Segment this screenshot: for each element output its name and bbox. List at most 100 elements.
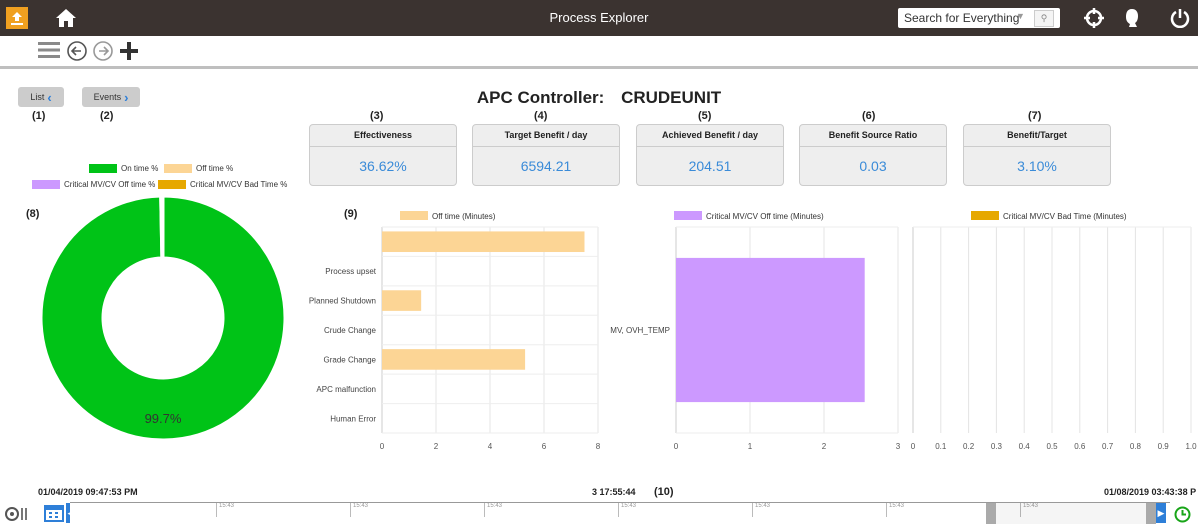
x-tick-label: 0 <box>674 442 679 451</box>
timeline-tick: 15:43 <box>886 503 904 517</box>
timeline-range-handle-left[interactable] <box>986 503 996 524</box>
category-label: Process upset <box>325 267 376 276</box>
x-tick-label: 0.1 <box>935 442 947 451</box>
tag-1: (1) <box>32 110 46 122</box>
tag-10: (10) <box>654 486 674 498</box>
legend-label: Critical MV/CV Off time % <box>64 180 156 189</box>
legend-off-time: Off time % <box>164 164 233 173</box>
legend-swatch <box>971 211 999 220</box>
kpi-benefit-source-ratio: Benefit Source Ratio 0.03 <box>799 124 947 186</box>
donut-chart: 99.7% <box>39 194 287 442</box>
tag-5: (5) <box>698 110 712 122</box>
category-label: Human Error <box>330 414 376 423</box>
chevron-left-icon: ‹ <box>47 89 52 105</box>
x-tick-label: 2 <box>434 442 439 451</box>
kpi-achieved-benefit: Achieved Benefit / day 204.51 <box>636 124 784 186</box>
user-icon[interactable] <box>1120 6 1144 30</box>
timeline-track[interactable]: 15:43 15:43 15:43 15:43 15:43 15:43 15:4… <box>70 502 1170 524</box>
x-tick-label: 1.0 <box>1185 442 1197 451</box>
timeline-scroll-right[interactable]: ▶ <box>1156 503 1166 523</box>
plus-icon[interactable] <box>118 40 140 67</box>
toolbar <box>0 36 1198 69</box>
top-bar: Process Explorer Search for Everything ▼… <box>0 0 1198 36</box>
legend-swatch <box>400 211 428 220</box>
bar <box>676 257 865 403</box>
forward-arrow-icon[interactable] <box>92 40 114 67</box>
kpi-label: Benefit/Target <box>964 125 1110 147</box>
tag-4: (4) <box>534 110 548 122</box>
x-tick-label: 0.5 <box>1046 442 1058 451</box>
kpi-value: 3.10% <box>1017 158 1057 174</box>
category-label: MV, OVH_TEMP <box>610 326 670 335</box>
kpi-value: 36.62% <box>359 158 407 174</box>
search-input[interactable]: Search for Everything ▼ ⚲ <box>898 8 1060 28</box>
playback-icon[interactable] <box>4 506 30 527</box>
legend-label: On time % <box>121 164 159 173</box>
legend-label: Critical MV/CV Bad Time % <box>190 180 288 189</box>
kpi-label: Benefit Source Ratio <box>800 125 946 147</box>
bar <box>382 349 526 370</box>
legend-swatch <box>164 164 192 173</box>
legend-on-time: On time % <box>89 164 158 173</box>
x-tick-label: 0.4 <box>1019 442 1031 451</box>
events-button-label: Events <box>93 92 122 102</box>
legend-swatch <box>89 164 117 173</box>
chevron-right-icon: › <box>124 89 129 105</box>
crosshair-icon[interactable] <box>1082 6 1106 30</box>
events-button[interactable]: Events › <box>82 87 140 107</box>
chevron-down-icon[interactable]: ▼ <box>1016 11 1025 21</box>
x-tick-label: 3 <box>896 442 901 451</box>
timeline-end: 01/08/2019 03:43:38 P <box>1104 487 1197 497</box>
search-icon[interactable]: ⚲ <box>1034 10 1054 27</box>
kpi-label: Achieved Benefit / day <box>637 125 783 147</box>
kpi-value: 0.03 <box>859 158 887 174</box>
timeline-range-window[interactable] <box>996 503 1146 524</box>
tag-6: (6) <box>862 110 876 122</box>
bar <box>382 231 585 253</box>
category-label: Crude Change <box>324 326 377 335</box>
timeline-tick: 15:43 <box>350 503 368 517</box>
kpi-target-benefit: Target Benefit / day 6594.21 <box>472 124 620 186</box>
category-label: Grade Change <box>324 355 377 364</box>
donut-slice <box>159 194 165 260</box>
critical-off-time-bar-chart: Critical MV/CV Off time (Minutes) 0 1 2 3 MV,… <box>610 211 901 451</box>
x-tick-label: 0.2 <box>963 442 975 451</box>
tag-3: (3) <box>370 110 384 122</box>
x-tick-label: 6 <box>542 442 547 451</box>
tag-2: (2) <box>100 110 114 122</box>
category-label: Planned Shutdown <box>309 297 376 306</box>
legend-critical-off: Critical MV/CV Off time % <box>32 180 155 189</box>
x-tick-label: 0.7 <box>1102 442 1114 451</box>
timeline-tick: 15:43 <box>484 503 502 517</box>
timeline-tick: 15:43 <box>618 503 636 517</box>
legend-label: Critical MV/CV Off time (Minutes) <box>706 212 824 221</box>
legend-label: Off time % <box>196 164 234 173</box>
legend-label: Off time (Minutes) <box>432 212 496 221</box>
x-tick-label: 4 <box>488 442 493 451</box>
kpi-benefit-target: Benefit/Target 3.10% <box>963 124 1111 186</box>
list-button[interactable]: List ‹ <box>18 87 64 107</box>
menu-icon[interactable] <box>38 40 60 65</box>
x-tick-label: 0.6 <box>1074 442 1086 451</box>
power-icon[interactable] <box>1168 6 1192 30</box>
legend-critical-bad: Critical MV/CV Bad Time % <box>158 180 287 189</box>
kpi-value: 6594.21 <box>520 158 572 174</box>
x-tick-label: 2 <box>822 442 827 451</box>
x-tick-label: 0.8 <box>1130 442 1142 451</box>
clock-icon[interactable] <box>1174 506 1191 528</box>
x-tick-label: 0 <box>911 442 916 451</box>
legend-swatch <box>158 180 186 189</box>
search-placeholder: Search for Everything <box>904 11 1020 25</box>
kpi-value: 204.51 <box>688 158 732 174</box>
page-title-name: CRUDEUNIT <box>621 88 722 107</box>
legend-swatch <box>32 180 60 189</box>
kpi-label: Effectiveness <box>310 125 456 147</box>
calendar-icon[interactable] <box>44 503 64 527</box>
back-arrow-icon[interactable] <box>66 40 88 67</box>
timeline-tick: 15:43 <box>216 503 234 517</box>
kpi-effectiveness: Effectiveness 36.62% <box>309 124 457 186</box>
timeline-duration: 3 17:55:44 <box>592 487 636 497</box>
timeline-range-handle-right[interactable] <box>1146 503 1156 524</box>
donut-data-label: 99.7% <box>145 411 182 426</box>
x-tick-label: 0.3 <box>991 442 1003 451</box>
